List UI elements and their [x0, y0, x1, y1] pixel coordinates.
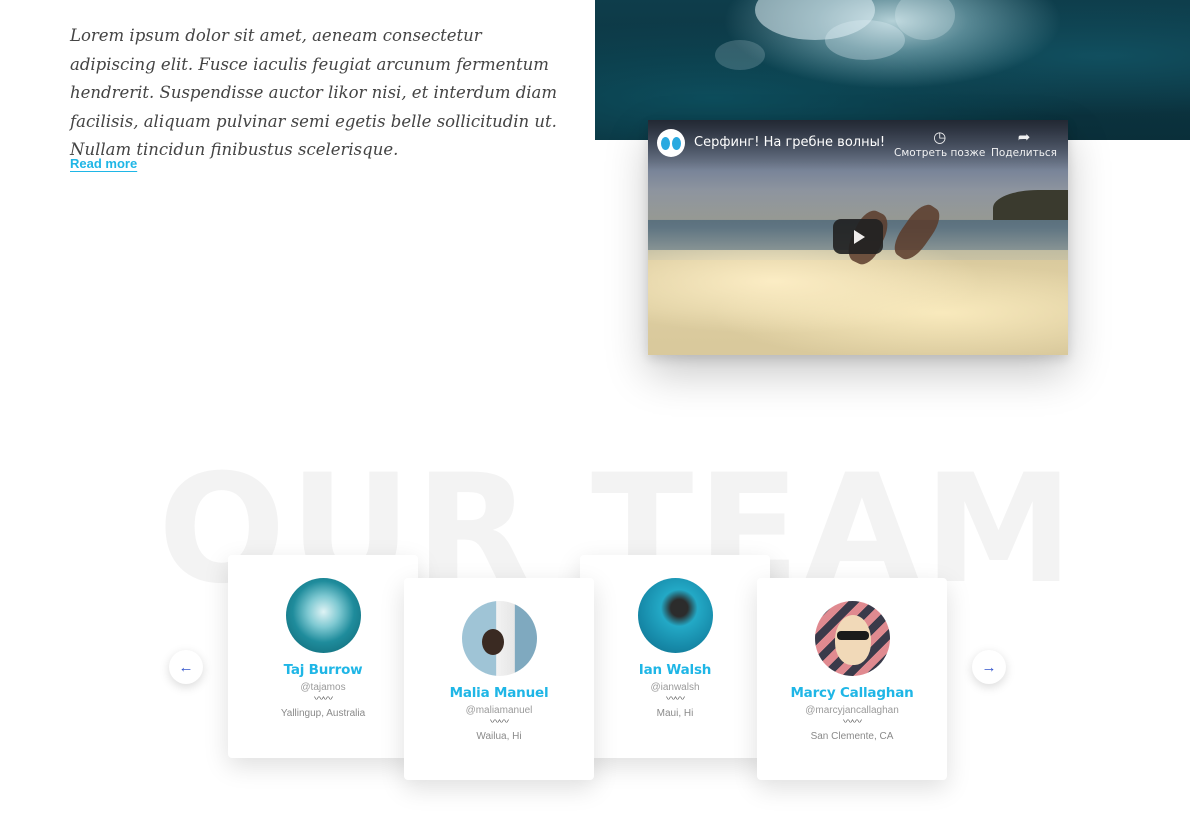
team-card[interactable]: Taj Burrow @tajamos 〰〰 Yallingup, Austra…: [228, 555, 418, 758]
carousel-prev-button[interactable]: ←: [169, 650, 203, 684]
member-location: San Clemente, CA: [810, 731, 894, 742]
arrow-left-icon: ←: [178, 658, 194, 676]
member-location: Maui, Hi: [656, 708, 694, 719]
clock-icon: ◷: [933, 128, 947, 146]
watch-later-button[interactable]: ◷ Смотреть позже: [894, 128, 985, 159]
team-card[interactable]: Ian Walsh @ianwalsh 〰〰 Maui, Hi: [580, 555, 770, 758]
member-handle: @tajamos: [300, 682, 346, 693]
share-button[interactable]: ➦ Поделиться: [991, 128, 1057, 159]
watch-later-label: Смотреть позже: [894, 147, 986, 159]
member-handle: @maliamanuel: [465, 705, 533, 716]
avatar: [285, 578, 361, 653]
avatar: [814, 601, 890, 676]
video-hill: [993, 190, 1068, 220]
intro-paragraph: Lorem ipsum dolor sit amet, aeneam conse…: [70, 26, 558, 159]
team-card[interactable]: Marcy Callaghan @marcyjancallaghan 〰〰 Sa…: [757, 578, 947, 780]
avatar: [637, 578, 713, 653]
play-button[interactable]: [833, 219, 883, 254]
member-name[interactable]: Taj Burrow: [228, 662, 418, 678]
avatar: [461, 601, 537, 676]
channel-logo[interactable]: [657, 129, 685, 157]
member-name[interactable]: Malia Manuel: [404, 685, 594, 701]
member-name[interactable]: Ian Walsh: [580, 662, 770, 678]
team-card[interactable]: Malia Manuel @maliamanuel 〰〰 Wailua, Hi: [404, 578, 594, 780]
member-location: Wailua, Hi: [476, 731, 522, 742]
member-name[interactable]: Marcy Callaghan: [757, 685, 947, 701]
squiggle-divider: 〰〰: [666, 694, 685, 705]
squiggle-divider: 〰〰: [314, 694, 333, 705]
read-more-link[interactable]: Read more: [70, 156, 137, 171]
wave-photo: [595, 0, 1190, 140]
video-foam: [648, 250, 1068, 355]
carousel-next-button[interactable]: →: [972, 650, 1006, 684]
share-label: Поделиться: [991, 147, 1057, 159]
member-handle: @ianwalsh: [650, 682, 700, 693]
squiggle-divider: 〰〰: [843, 717, 862, 728]
video-player[interactable]: Серфинг! На гребне волны! ◷ Смотреть поз…: [648, 120, 1068, 355]
video-title[interactable]: Серфинг! На гребне волны!: [694, 135, 885, 150]
play-icon: [854, 229, 865, 244]
squiggle-divider: 〰〰: [490, 717, 509, 728]
member-handle: @marcyjancallaghan: [805, 705, 899, 716]
share-arrow-icon: ➦: [1017, 128, 1031, 146]
arrow-right-icon: →: [981, 658, 997, 676]
member-location: Yallingup, Australia: [280, 708, 366, 719]
